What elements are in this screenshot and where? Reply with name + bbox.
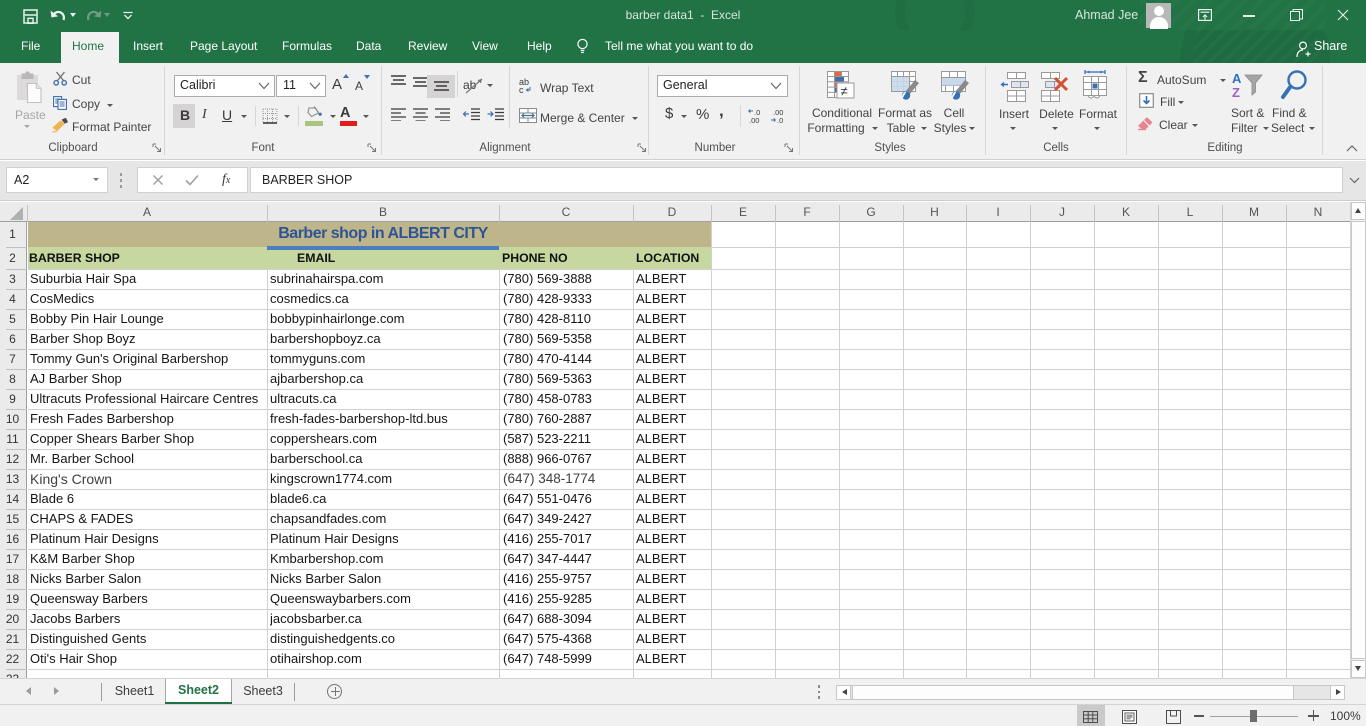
svg-text:A: A	[1232, 71, 1242, 86]
svg-text:≠: ≠	[841, 84, 848, 99]
svg-text:.0: .0	[777, 116, 783, 125]
svg-text:c: c	[519, 85, 524, 93]
svg-text:.00: .00	[749, 116, 759, 125]
svg-text:Z: Z	[1232, 85, 1240, 100]
